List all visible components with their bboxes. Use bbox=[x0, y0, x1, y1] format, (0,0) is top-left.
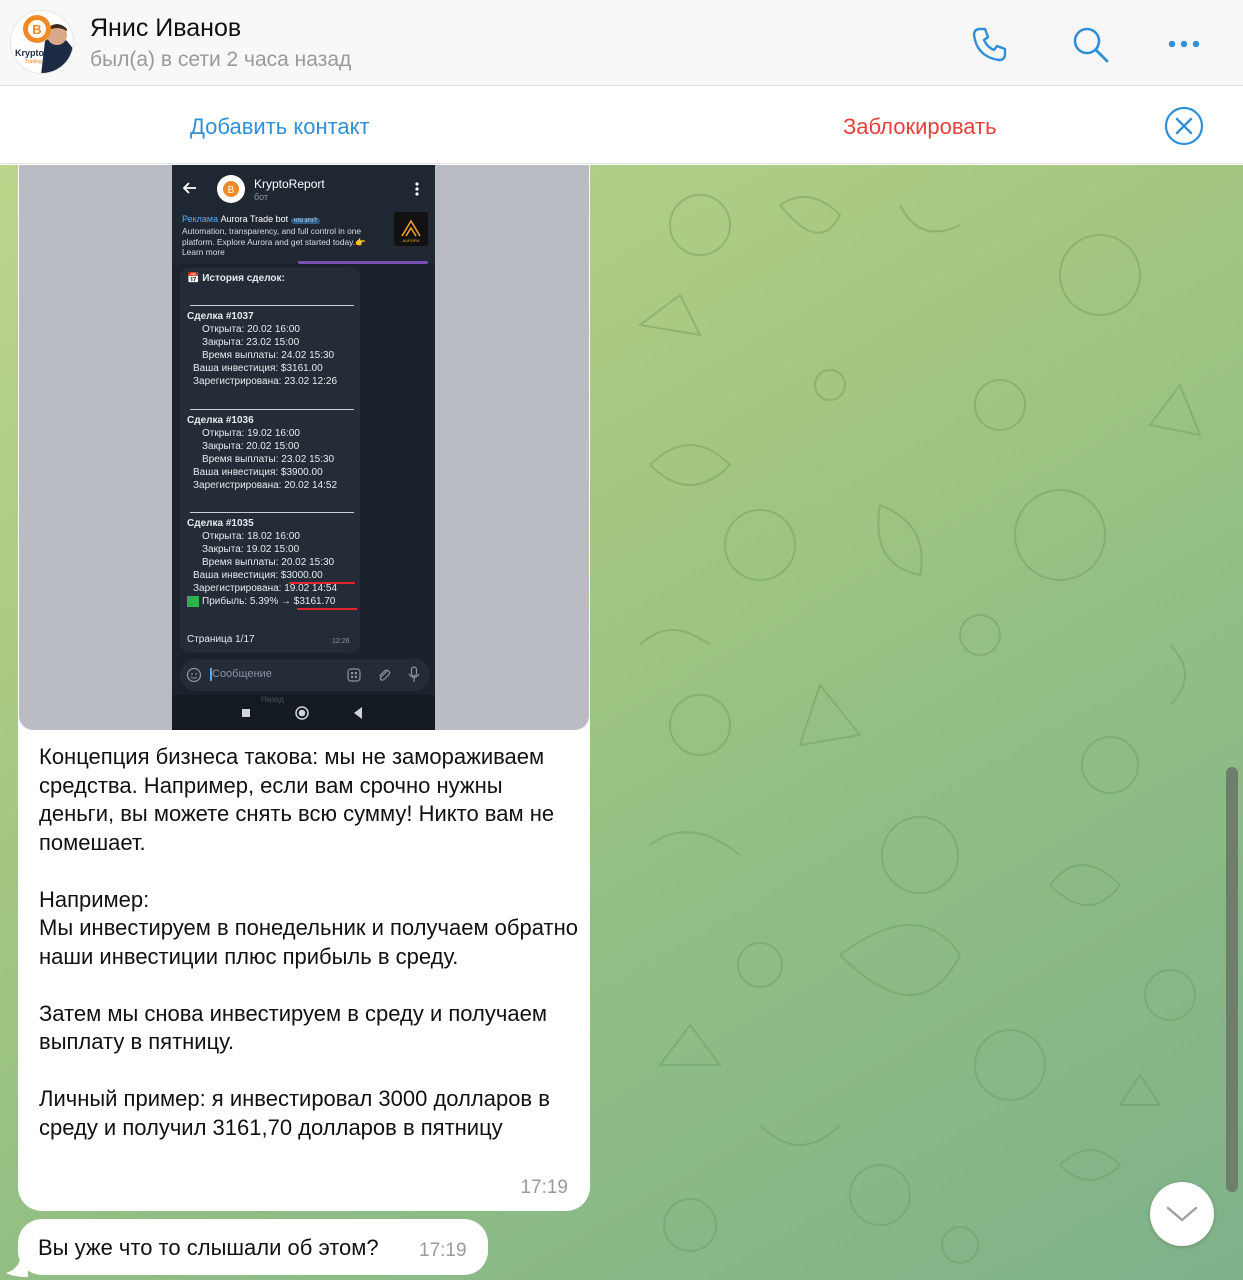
deal-payout: Время выплаты: 20.02 15:30 bbox=[202, 557, 335, 568]
bot-screenshot: B KryptoReport бот Реклама Aurora Trade … bbox=[172, 165, 435, 730]
back-arrow-icon bbox=[182, 182, 196, 194]
green-square-icon bbox=[187, 596, 199, 607]
deal-closed: Закрыта: 19.02 15:00 bbox=[202, 544, 300, 555]
search-button[interactable] bbox=[1068, 22, 1112, 66]
deal-opened: Открыта: 20.02 16:00 bbox=[202, 324, 300, 335]
call-button[interactable] bbox=[968, 22, 1012, 66]
more-dots-icon bbox=[1168, 40, 1200, 48]
screenshot-input-placeholder: Сообщение bbox=[212, 668, 272, 680]
svg-text:Trading: Trading bbox=[25, 59, 42, 65]
more-button[interactable] bbox=[1162, 22, 1206, 66]
svg-text:AURORA: AURORA bbox=[402, 238, 419, 243]
avatar-image: B Krypto Trading bbox=[11, 11, 73, 73]
deal-closed: Закрыта: 20.02 15:00 bbox=[202, 441, 300, 452]
deal-investment: Ваша инвестиция: $3000.00 bbox=[193, 570, 323, 581]
message-photo[interactable]: B KryptoReport бот Реклама Aurora Trade … bbox=[19, 165, 589, 730]
message-time: 17:19 bbox=[520, 1177, 568, 1198]
deal-payout: Время выплаты: 23.02 15:30 bbox=[202, 454, 335, 465]
bot-subtitle: бот bbox=[254, 192, 269, 202]
deal-opened: Открыта: 18.02 16:00 bbox=[202, 531, 300, 542]
scrollbar[interactable] bbox=[1226, 767, 1238, 1192]
rule bbox=[190, 409, 354, 410]
deal-opened: Открыта: 19.02 16:00 bbox=[202, 428, 300, 439]
svg-text:B: B bbox=[32, 22, 41, 37]
deal-registered: Зарегистрирована: 19.02 14:54 bbox=[193, 583, 338, 594]
scroll-down-button[interactable] bbox=[1150, 1182, 1214, 1246]
rule bbox=[190, 305, 354, 306]
message-bubble[interactable]: B KryptoReport бот Реклама Aurora Trade … bbox=[18, 165, 590, 1211]
deal-registered: Зарегистрирована: 20.02 14:52 bbox=[193, 480, 338, 491]
history-title: 📅 История сделок: bbox=[187, 273, 285, 284]
message-time: 17:19 bbox=[419, 1240, 467, 1261]
bot-name: KryptoReport bbox=[254, 177, 325, 191]
kebab-icon bbox=[415, 182, 419, 196]
chevron-down-icon bbox=[1166, 1206, 1198, 1222]
divider bbox=[298, 261, 428, 264]
bubble-tail bbox=[6, 1259, 28, 1277]
aurora-logo: AURORA bbox=[394, 212, 428, 246]
deal-title: Сделка #1037 bbox=[187, 311, 254, 322]
block-button[interactable]: Заблокировать bbox=[843, 114, 997, 140]
contact-action-bar: Добавить контакт Заблокировать bbox=[0, 87, 1243, 164]
rule bbox=[190, 512, 354, 513]
deal-investment: Ваша инвестиция: $3161.00 bbox=[193, 363, 323, 374]
deal-payout: Время выплаты: 24.02 15:30 bbox=[202, 350, 335, 361]
deal-profit: Прибыль: 5.39% → $3161.70 bbox=[202, 596, 336, 607]
phone-icon bbox=[972, 27, 1007, 62]
sponsored-title: Реклама Aurora Trade bot что это? bbox=[182, 214, 320, 224]
page-indicator: Страница 1/17 bbox=[187, 634, 255, 645]
mic-icon bbox=[408, 666, 420, 682]
sponsored-text: Automation, transparency, and full contr… bbox=[182, 226, 366, 257]
search-icon bbox=[1073, 27, 1109, 63]
deal-title: Сделка #1036 bbox=[187, 415, 254, 426]
deal-registered: Зарегистрирована: 23.02 12:26 bbox=[193, 376, 338, 387]
emoji-icon bbox=[186, 667, 202, 683]
apps-icon bbox=[347, 668, 361, 682]
aurora-logo-icon: AURORA bbox=[401, 219, 421, 243]
card-time: 12:26 bbox=[332, 638, 350, 645]
deal-closed: Закрыта: 23.02 15:00 bbox=[202, 337, 300, 348]
nav-back-icon bbox=[354, 707, 362, 719]
red-underline bbox=[297, 608, 357, 610]
nav-home-icon bbox=[295, 706, 309, 720]
avatar[interactable]: B Krypto Trading bbox=[10, 10, 74, 74]
svg-text:Krypto: Krypto bbox=[15, 48, 45, 58]
chat-header: B Krypto Trading Янис Иванов был(а) в се… bbox=[0, 0, 1243, 86]
contact-status: был(а) в сети 2 часа назад bbox=[90, 48, 352, 71]
message-text: Вы уже что то слышали об этом? bbox=[38, 1235, 379, 1260]
deal-investment: Ваша инвестиция: $3900.00 bbox=[193, 467, 323, 478]
nav-hint: Назад bbox=[261, 695, 284, 704]
bot-avatar-icon: B bbox=[217, 175, 245, 203]
attach-icon bbox=[379, 669, 391, 681]
deal-title: Сделка #1035 bbox=[187, 518, 254, 529]
svg-text:B: B bbox=[228, 185, 235, 196]
message-bubble[interactable]: Вы уже что то слышали об этом? 17:19 bbox=[18, 1219, 488, 1275]
contact-name[interactable]: Янис Иванов bbox=[90, 14, 241, 43]
close-icon[interactable] bbox=[1164, 106, 1204, 146]
chat-area[interactable]: B KryptoReport бот Реклама Aurora Trade … bbox=[0, 165, 1243, 1280]
message-text: Концепция бизнеса такова: мы не заморажи… bbox=[39, 744, 578, 1140]
nav-recent-icon bbox=[242, 709, 250, 717]
add-contact-button[interactable]: Добавить контакт bbox=[190, 114, 370, 140]
